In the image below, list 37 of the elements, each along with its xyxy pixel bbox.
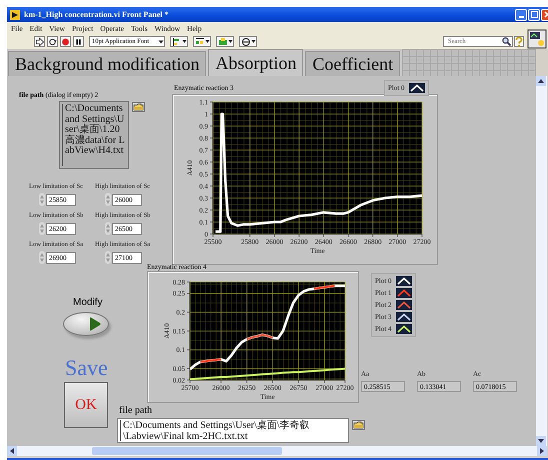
minimize-button[interactable] <box>515 8 527 20</box>
distribute-icon[interactable] <box>194 36 204 46</box>
field-label: file path <box>119 405 152 416</box>
reorder-menu-button[interactable] <box>239 36 257 47</box>
maximize-icon[interactable] <box>530 11 538 18</box>
app-icon <box>10 10 20 20</box>
path-field[interactable]: C:\Documents and Settings\User\桌面\1.20高濃data\for LabView\H4.txt <box>59 101 129 169</box>
vertical-scrollbar[interactable] <box>536 76 547 446</box>
scroll-thumb[interactable] <box>92 447 282 455</box>
button-label: Save <box>65 355 108 381</box>
caret-icon[interactable] <box>204 39 210 44</box>
tab[interactable]: Background modification <box>8 51 206 76</box>
legend-line-icon[interactable] <box>396 288 412 298</box>
path-field[interactable]: C:\Documents and Settings\User\桌面\李奇叡\Labview\Final km-2HC.txt.txt <box>117 418 349 443</box>
caret-icon[interactable] <box>228 39 232 44</box>
scroll-right-button[interactable] <box>537 446 547 456</box>
distribute-menu-button[interactable] <box>193 36 211 47</box>
toggle-button[interactable] <box>63 312 109 336</box>
align-icon[interactable] <box>172 36 182 46</box>
tab[interactable]: Absorption <box>208 49 304 76</box>
maximize-button[interactable] <box>528 8 540 20</box>
caret-icon[interactable] <box>250 39 256 44</box>
scroll-left-button[interactable] <box>7 446 17 456</box>
horizontal-scrollbar[interactable] <box>7 446 547 456</box>
tab[interactable]: Coefficient <box>305 51 400 76</box>
caret-icon[interactable] <box>182 39 186 44</box>
play-arrow-icon[interactable] <box>88 317 102 331</box>
scroll-down-button[interactable] <box>536 436 546 446</box>
align-menu-button[interactable] <box>170 36 188 47</box>
window-title: km-1_High concentration.vi Front Panel * <box>24 10 169 19</box>
legend-line-icon[interactable] <box>396 300 412 310</box>
caret-icon[interactable] <box>158 38 164 44</box>
button-label: Modify <box>73 297 102 308</box>
scroll-up-button[interactable] <box>536 76 546 86</box>
vi-icon[interactable] <box>527 29 547 49</box>
reorder-icon[interactable] <box>240 36 250 46</box>
resize-menu-button[interactable] <box>216 36 234 47</box>
